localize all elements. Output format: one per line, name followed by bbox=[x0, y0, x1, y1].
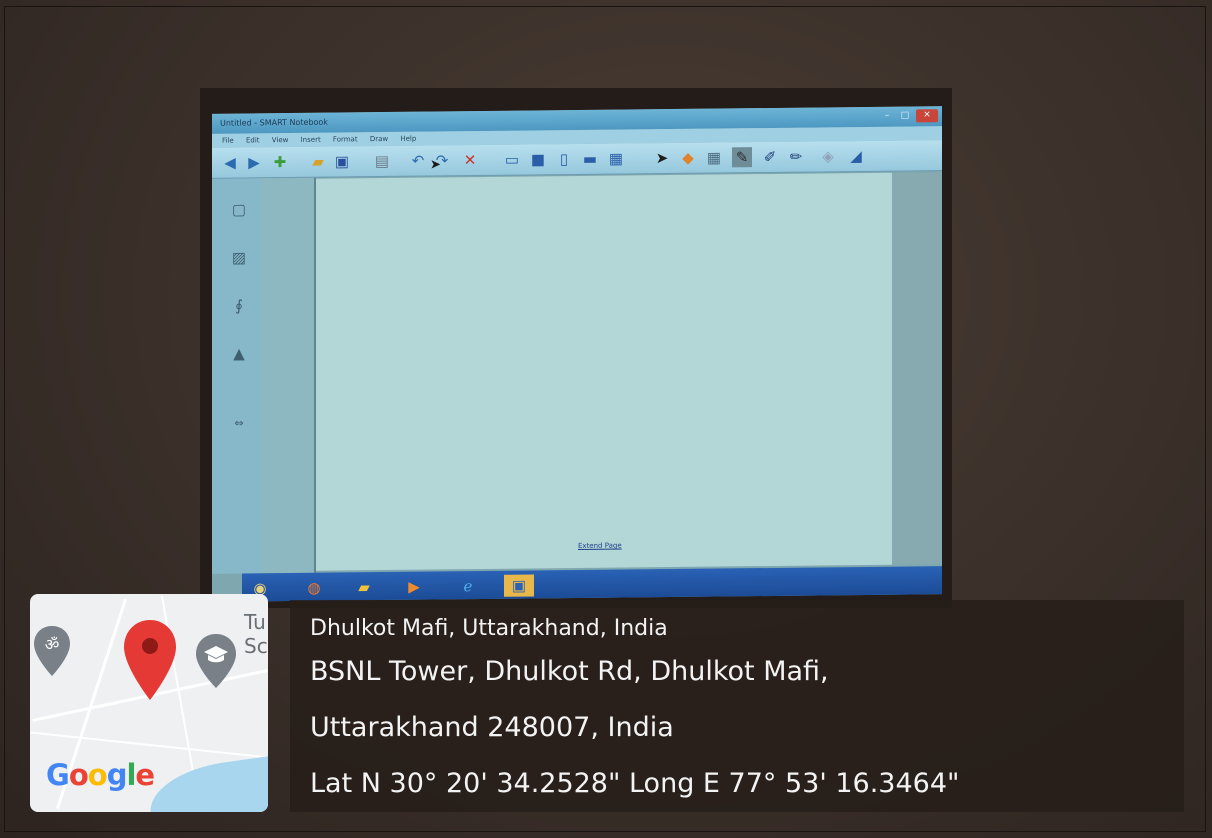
extend-page-link[interactable]: Extend Page bbox=[578, 542, 622, 550]
close-icon[interactable]: ✕ bbox=[916, 109, 938, 123]
place-name: Dhulkot Mafi, Uttarakhand, India bbox=[310, 616, 668, 641]
open-folder-icon[interactable]: ▰ bbox=[308, 152, 328, 172]
address-line-1: BSNL Tower, Dhulkot Rd, Dhulkot Mafi, bbox=[310, 656, 829, 687]
capture-icon[interactable]: ▦ bbox=[606, 148, 626, 168]
map-label: Tu bbox=[244, 610, 266, 634]
media-player-icon[interactable]: ▶ bbox=[402, 576, 426, 598]
menu-insert[interactable]: Insert bbox=[301, 136, 321, 144]
undo-icon[interactable]: ↶ bbox=[408, 151, 428, 171]
creative-pen-icon[interactable]: ✐ bbox=[760, 147, 780, 167]
highlighter-icon[interactable]: ✏ bbox=[786, 147, 806, 167]
move-sidebar-icon[interactable]: ⇔ bbox=[226, 410, 252, 436]
page-sorter-icon[interactable]: ▢ bbox=[226, 196, 252, 222]
sidebar-tabs: ▢ ▨ ∮ ▲ ⇔ bbox=[212, 178, 263, 574]
page-gutter bbox=[892, 172, 942, 565]
map-label: Sc bbox=[244, 634, 268, 658]
attachments-icon[interactable]: ∮ bbox=[226, 292, 252, 318]
save-icon[interactable]: ▣ bbox=[332, 151, 352, 171]
page-sorter-panel bbox=[262, 177, 316, 574]
screen-shade-icon[interactable]: ▭ bbox=[502, 150, 522, 170]
menu-edit[interactable]: Edit bbox=[246, 136, 260, 144]
geotag-info-panel: Dhulkot Mafi, Uttarakhand, India BSNL To… bbox=[290, 600, 1184, 812]
location-pin-icon bbox=[124, 620, 176, 700]
shapes-icon[interactable]: ◆ bbox=[678, 148, 698, 168]
map-road bbox=[30, 731, 268, 759]
map-water bbox=[145, 751, 268, 812]
gallery-icon[interactable]: ▨ bbox=[226, 244, 252, 270]
folder-icon[interactable]: ▰ bbox=[352, 576, 376, 598]
pen-icon[interactable]: ✎ bbox=[732, 147, 752, 168]
table-icon[interactable]: ▦ bbox=[704, 147, 724, 167]
menu-draw[interactable]: Draw bbox=[370, 135, 388, 143]
temple-pin-icon: ॐ bbox=[34, 626, 70, 676]
menu-file[interactable]: File bbox=[222, 137, 234, 145]
menu-help[interactable]: Help bbox=[400, 135, 416, 143]
google-logo: Google bbox=[46, 758, 155, 792]
eraser-icon[interactable]: ◈ bbox=[818, 146, 838, 166]
delete-icon[interactable]: ✕ bbox=[460, 150, 480, 170]
mouse-cursor-icon: ➤ bbox=[430, 157, 441, 173]
forward-icon[interactable]: ▶ bbox=[244, 152, 264, 172]
select-icon[interactable]: ➤ bbox=[652, 148, 672, 168]
fill-icon[interactable]: ◢ bbox=[846, 146, 866, 166]
properties-icon[interactable]: ▲ bbox=[226, 340, 252, 366]
menu-view[interactable]: View bbox=[272, 136, 289, 144]
school-pin-icon bbox=[196, 634, 236, 688]
projected-screen: Untitled - SMART Notebook – □ ✕ File Edi… bbox=[212, 106, 942, 602]
notebook-page[interactable]: Extend Page bbox=[316, 172, 892, 571]
dual-page-icon[interactable]: ▯ bbox=[554, 149, 574, 169]
window-title: Untitled - SMART Notebook bbox=[220, 117, 328, 128]
display-icon[interactable]: ▬ bbox=[580, 149, 600, 169]
internet-explorer-icon[interactable]: ℯ bbox=[456, 575, 480, 597]
back-icon[interactable]: ◀ bbox=[220, 153, 240, 173]
menu-format[interactable]: Format bbox=[333, 135, 358, 143]
smart-notebook-icon[interactable]: ▣ bbox=[504, 574, 534, 597]
minimize-icon[interactable]: – bbox=[878, 110, 896, 123]
gps-coordinates: Lat N 30° 20' 34.2528" Long E 77° 53' 16… bbox=[310, 768, 960, 799]
map-thumbnail: ॐ Tu Sc Google bbox=[30, 594, 268, 812]
svg-text:ॐ: ॐ bbox=[45, 635, 60, 654]
paste-icon[interactable]: ▤ bbox=[372, 151, 392, 171]
full-screen-icon[interactable]: ■ bbox=[528, 149, 548, 169]
maximize-icon[interactable]: □ bbox=[896, 109, 914, 122]
add-page-icon[interactable]: ✚ bbox=[270, 152, 290, 172]
firefox-icon[interactable]: ◍ bbox=[302, 577, 326, 599]
address-line-2: Uttarakhand 248007, India bbox=[310, 712, 674, 743]
